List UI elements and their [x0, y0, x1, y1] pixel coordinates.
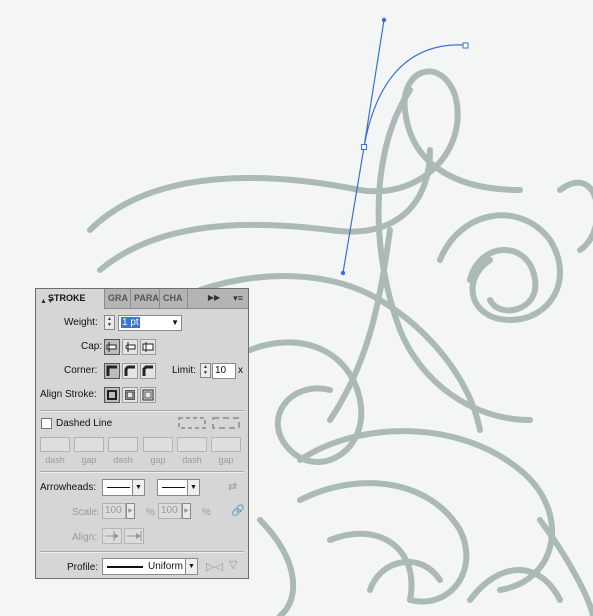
separator — [40, 410, 244, 412]
align-stroke-label: Align Stroke: — [40, 389, 97, 400]
align-dash-icon[interactable] — [212, 417, 240, 432]
panel-tab-bar: ▲▼ STROKE GRA PARA CHA ▶▶ ▾≡ — [36, 289, 248, 309]
limit-label: Limit: — [172, 365, 196, 376]
collapse-arrows-icon[interactable]: ▲▼ — [40, 292, 54, 309]
tab-stroke[interactable]: ▲▼ STROKE — [36, 289, 105, 309]
cap-label: Cap: — [81, 341, 103, 352]
gap-3-label: gap — [218, 455, 234, 465]
flip-along-icon[interactable]: ▷◁ — [206, 560, 223, 573]
align-label: Align: — [72, 532, 98, 543]
bevel-join-button[interactable] — [140, 363, 156, 379]
gap-2-field[interactable] — [143, 437, 173, 452]
start-arrowhead-select[interactable]: ▼ — [102, 479, 145, 496]
separator — [40, 471, 244, 473]
arrow-tip-end-button[interactable] — [124, 528, 144, 544]
start-scale-stepper[interactable]: ▶ — [126, 503, 135, 519]
align-inside-button[interactable] — [122, 387, 138, 403]
gap-1-field[interactable] — [74, 437, 104, 452]
profile-preview-line — [107, 566, 143, 568]
separator — [40, 551, 244, 553]
gap-1-label: gap — [81, 455, 97, 465]
arrow-end-icon — [127, 531, 142, 541]
miter-join-icon — [106, 365, 117, 376]
tab-character[interactable]: CHA — [160, 289, 188, 308]
profile-label: Profile: — [67, 562, 99, 573]
align-outside-button[interactable] — [140, 387, 156, 403]
arrow-tip-beyond-button[interactable] — [102, 528, 122, 544]
gap-2-label: gap — [150, 455, 166, 465]
weight-stepper[interactable]: ▲ ▼ — [104, 315, 115, 330]
round-cap-icon — [125, 342, 136, 352]
preserve-dash-icon[interactable] — [178, 417, 206, 432]
chevron-down-icon: ▼ — [132, 480, 144, 495]
swap-arrowheads-icon[interactable]: ⇄ — [228, 480, 237, 493]
tab-paragraph[interactable]: PARA — [131, 289, 160, 308]
arrow-beyond-icon — [105, 531, 119, 541]
end-arrowhead-select[interactable]: ▼ — [157, 479, 200, 496]
bevel-join-icon — [142, 365, 153, 376]
weight-field[interactable]: 1 pt ▼ — [118, 315, 182, 331]
flip-across-icon[interactable]: ▽ — [229, 558, 237, 571]
scale-label: Scale: — [72, 507, 100, 518]
dash-2-label: dash — [113, 455, 133, 465]
link-scale-icon[interactable]: 🔗 — [231, 504, 245, 517]
dashed-line-label: Dashed Line — [56, 418, 113, 429]
end-scale-field[interactable]: 100 — [158, 503, 182, 519]
align-inside-icon — [125, 390, 135, 400]
projecting-cap-icon — [142, 342, 154, 352]
corner-label: Corner: — [64, 365, 98, 376]
arrowheads-label: Arrowheads: — [40, 482, 97, 493]
dashed-line-checkbox[interactable] — [41, 418, 52, 429]
dash-3-field[interactable] — [177, 437, 207, 452]
align-center-button[interactable] — [104, 387, 120, 403]
projecting-cap-button[interactable] — [140, 339, 156, 355]
tab-gradient[interactable]: GRA — [105, 289, 131, 308]
butt-cap-icon — [106, 342, 117, 352]
round-cap-button[interactable] — [122, 339, 138, 355]
butt-cap-button[interactable] — [104, 339, 120, 355]
start-scale-field[interactable]: 100 — [102, 503, 126, 519]
dash-2-field[interactable] — [108, 437, 138, 452]
weight-label: Weight: — [64, 317, 98, 328]
chevron-down-icon: ▼ — [185, 559, 197, 574]
profile-select[interactable]: Uniform ▼ — [102, 558, 198, 575]
end-scale-unit: % — [202, 507, 211, 518]
dash-1-field[interactable] — [40, 437, 70, 452]
limit-unit: x — [238, 365, 243, 376]
limit-stepper[interactable]: ▲ ▼ — [200, 363, 211, 378]
dash-3-label: dash — [182, 455, 202, 465]
align-center-icon — [107, 390, 117, 400]
weight-dropdown-icon[interactable]: ▼ — [171, 316, 179, 330]
end-scale-stepper[interactable]: ▶ — [182, 503, 191, 519]
round-join-icon — [124, 365, 135, 376]
align-outside-icon — [142, 389, 154, 401]
dash-1-label: dash — [45, 455, 65, 465]
more-tabs-icon[interactable]: ▶▶ — [206, 291, 222, 305]
start-scale-unit: % — [146, 507, 155, 518]
round-join-button[interactable] — [122, 363, 138, 379]
limit-field[interactable]: 10 — [212, 363, 236, 379]
miter-join-button[interactable] — [104, 363, 120, 379]
chevron-down-icon: ▼ — [187, 480, 199, 495]
stroke-panel: ▲▼ STROKE GRA PARA CHA ▶▶ ▾≡ Weight: ▲ ▼ … — [35, 288, 249, 579]
panel-menu-icon[interactable]: ▾≡ — [230, 291, 246, 305]
gap-3-field[interactable] — [211, 437, 241, 452]
